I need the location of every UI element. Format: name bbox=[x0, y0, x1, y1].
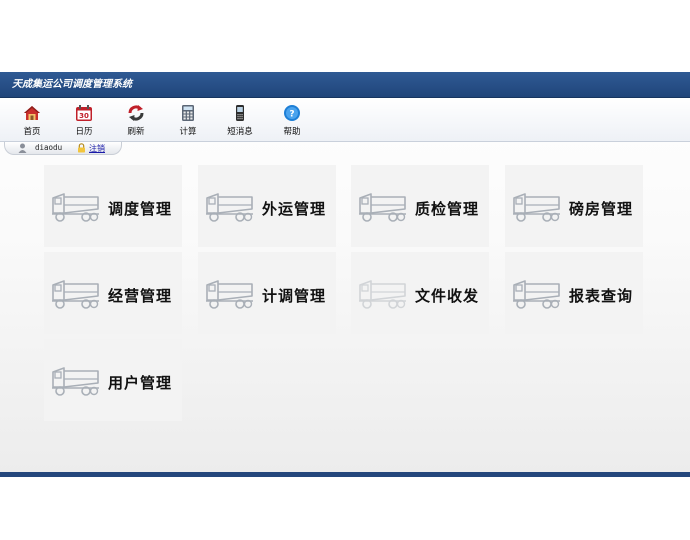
toolbar-message-button[interactable]: 短消息 bbox=[218, 102, 262, 140]
truck-icon bbox=[206, 193, 253, 222]
toolbar-label: 计算 bbox=[179, 127, 197, 137]
refresh-icon bbox=[128, 105, 144, 121]
phone-icon bbox=[236, 105, 244, 121]
toolbar-label: 短消息 bbox=[227, 127, 253, 137]
truck-icon bbox=[206, 280, 253, 309]
module-tile[interactable]: 文件收发 bbox=[351, 252, 489, 334]
user-info: diaodu 注销 bbox=[4, 142, 122, 155]
bottom-bar bbox=[0, 472, 690, 477]
truck-icon bbox=[513, 280, 560, 309]
user-icon bbox=[18, 143, 27, 153]
module-tile[interactable]: 质检管理 bbox=[351, 165, 489, 247]
toolbar-refresh-button[interactable]: 刷新 bbox=[114, 102, 158, 140]
help-icon: ? bbox=[284, 105, 300, 121]
module-label: 调度管理 bbox=[108, 200, 173, 218]
module-label: 经营管理 bbox=[108, 287, 173, 305]
calendar-day: 30 bbox=[79, 112, 89, 120]
app-window: 天成集运公司调度管理系统 首页 30 日历 刷新 计算 短消息 ? 帮助 dia… bbox=[0, 72, 690, 477]
truck-icon bbox=[52, 280, 99, 309]
toolbar-label: 帮助 bbox=[283, 127, 301, 137]
truck-icon bbox=[52, 193, 99, 222]
toolbar: 首页 30 日历 刷新 计算 短消息 ? 帮助 bbox=[0, 98, 690, 142]
calendar-icon: 30 bbox=[76, 105, 92, 121]
truck-icon bbox=[52, 367, 99, 396]
toolbar-label: 首页 bbox=[23, 127, 41, 137]
module-label: 计调管理 bbox=[262, 287, 327, 305]
truck-icon bbox=[359, 193, 406, 222]
toolbar-help-button[interactable]: ? 帮助 bbox=[270, 102, 314, 140]
module-tile[interactable]: 经营管理 bbox=[44, 252, 182, 334]
module-label: 磅房管理 bbox=[569, 200, 634, 218]
logout-link[interactable]: 注销 bbox=[89, 143, 105, 154]
module-label: 报表查询 bbox=[569, 287, 634, 305]
app-title: 天成集运公司调度管理系统 bbox=[0, 72, 690, 98]
home-icon bbox=[24, 106, 40, 120]
module-tile[interactable]: 调度管理 bbox=[44, 165, 182, 247]
truck-icon bbox=[513, 193, 560, 222]
truck-icon bbox=[359, 280, 406, 309]
module-label: 外运管理 bbox=[262, 200, 327, 218]
module-tile[interactable]: 报表查询 bbox=[505, 252, 643, 334]
module-label: 质检管理 bbox=[415, 200, 480, 218]
user-bar: diaodu 注销 bbox=[0, 142, 690, 156]
module-tile[interactable]: 用户管理 bbox=[44, 339, 182, 421]
module-label: 用户管理 bbox=[108, 374, 173, 392]
calculator-icon bbox=[182, 105, 194, 121]
module-tile[interactable]: 计调管理 bbox=[198, 252, 336, 334]
lock-icon bbox=[78, 143, 85, 153]
module-tile[interactable]: 磅房管理 bbox=[505, 165, 643, 247]
username: diaodu bbox=[35, 143, 63, 152]
toolbar-calendar-button[interactable]: 30 日历 bbox=[62, 102, 106, 140]
toolbar-label: 刷新 bbox=[127, 127, 145, 137]
module-tile[interactable]: 外运管理 bbox=[198, 165, 336, 247]
toolbar-label: 日历 bbox=[75, 127, 93, 137]
toolbar-home-button[interactable]: 首页 bbox=[10, 102, 54, 140]
svg-text:?: ? bbox=[289, 110, 294, 120]
toolbar-calculator-button[interactable]: 计算 bbox=[166, 102, 210, 140]
module-label: 文件收发 bbox=[415, 287, 480, 305]
